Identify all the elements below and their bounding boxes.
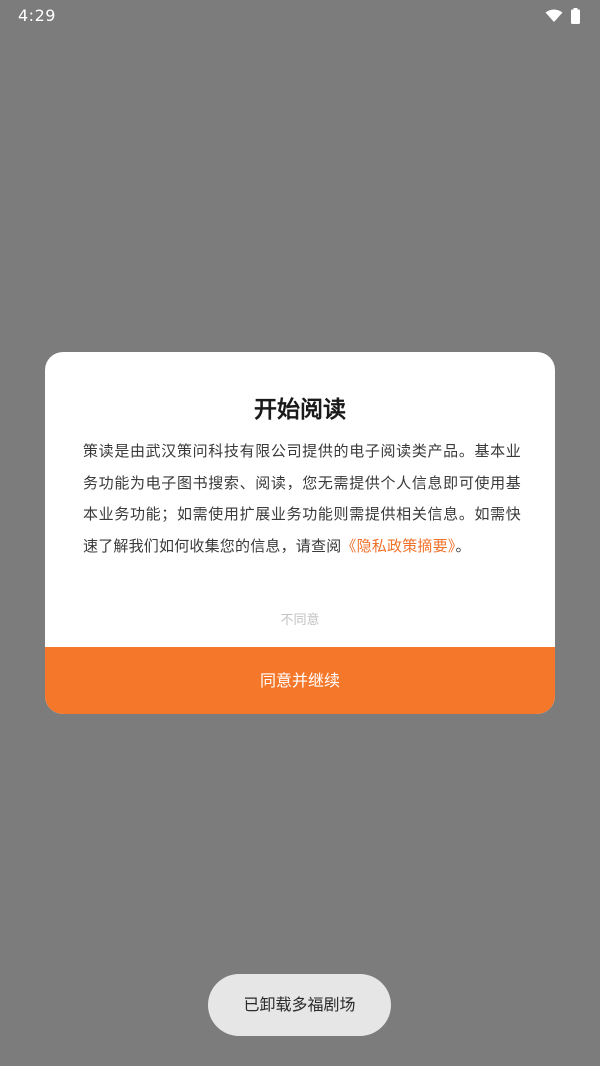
status-bar: 4:29 (0, 0, 600, 32)
battery-icon (571, 8, 580, 24)
dialog-body: 策读是由武汉策问科技有限公司提供的电子阅读类产品。基本业务功能为电子图书搜索、阅… (83, 436, 521, 562)
disagree-button[interactable]: 不同意 (250, 608, 350, 634)
dialog-title: 开始阅读 (254, 397, 346, 423)
dialog-body-suffix: 。 (455, 536, 471, 555)
wifi-icon (545, 9, 563, 23)
agree-continue-button[interactable]: 同意并继续 (45, 647, 555, 714)
status-icons (545, 8, 580, 24)
status-time: 4:29 (18, 6, 56, 25)
toast-message: 已卸载多福剧场 (208, 974, 391, 1036)
privacy-policy-link[interactable]: 《隐私政策摘要》 (341, 537, 455, 555)
privacy-dialog: 开始阅读 策读是由武汉策问科技有限公司提供的电子阅读类产品。基本业务功能为电子图… (45, 352, 555, 714)
